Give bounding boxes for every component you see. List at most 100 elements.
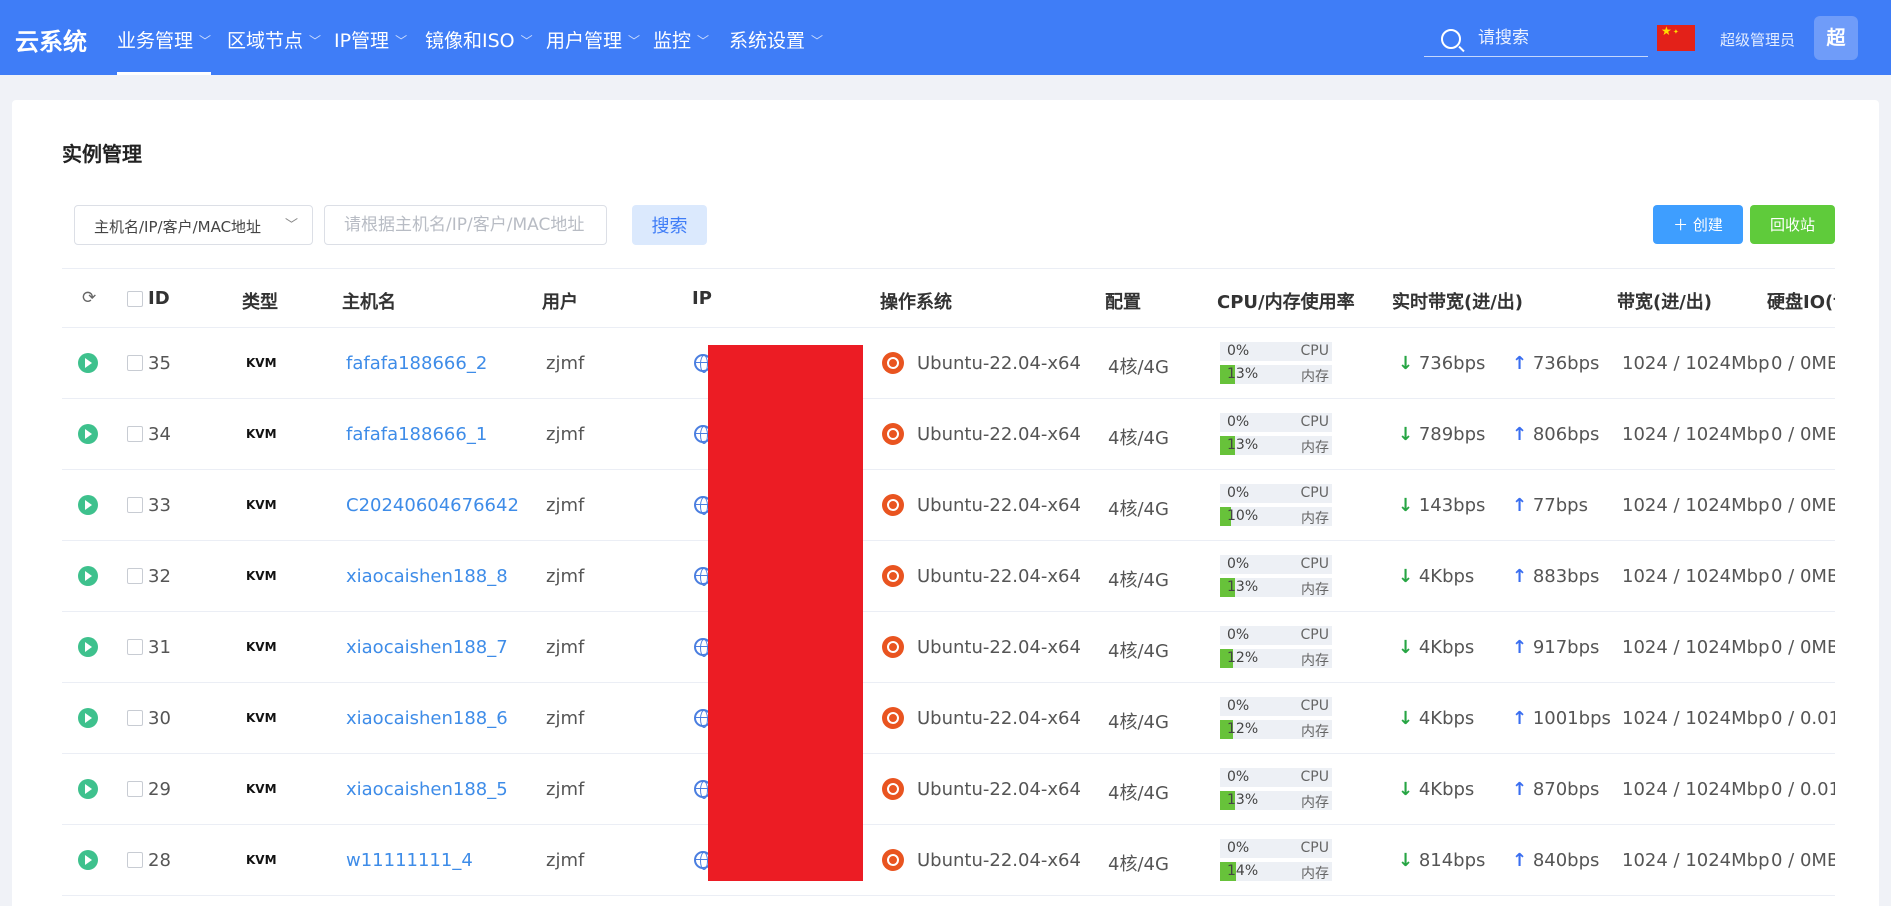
cpu-usage-value: 0% bbox=[1227, 769, 1250, 785]
arrow-up-icon: ↑ bbox=[1512, 566, 1528, 587]
create-button[interactable]: ＋ 创建 bbox=[1653, 205, 1743, 244]
play-icon[interactable] bbox=[78, 779, 98, 799]
cpu-usage-value: 0% bbox=[1227, 627, 1250, 643]
row-checkbox[interactable] bbox=[127, 426, 143, 442]
row-checkbox[interactable] bbox=[127, 568, 143, 584]
filter-field-select[interactable]: 主机名/IP/客户/MAC地址 ﹀ bbox=[74, 205, 313, 245]
china-flag-icon[interactable] bbox=[1657, 24, 1695, 51]
instance-config: 4核/4G bbox=[1108, 783, 1169, 804]
nav-label: IP管理 bbox=[334, 30, 390, 52]
row-checkbox[interactable] bbox=[127, 852, 143, 868]
instance-hostname-link[interactable]: C20240604676642 bbox=[346, 495, 519, 516]
instance-id: 30 bbox=[148, 708, 171, 729]
bandwidth-out: ↑ 917bps bbox=[1512, 637, 1599, 658]
global-search bbox=[1424, 20, 1648, 57]
instance-hostname-link[interactable]: xiaocaishen188_6 bbox=[346, 708, 508, 729]
row-checkbox[interactable] bbox=[127, 639, 143, 655]
memory-label: 内存 bbox=[1301, 653, 1329, 669]
nav-item-settings[interactable]: 系统设置 ﹀ bbox=[729, 26, 823, 75]
bandwidth-in: ↓ 814bps bbox=[1398, 850, 1485, 871]
instance-os: Ubuntu-22.04-x64 bbox=[917, 779, 1081, 800]
bandwidth-in: ↓ 4Kbps bbox=[1398, 637, 1474, 658]
nav-item-images[interactable]: 镜像和ISO ﹀ bbox=[425, 26, 533, 75]
nav-item-monitor[interactable]: 监控 ﹀ bbox=[653, 26, 709, 75]
row-checkbox[interactable] bbox=[127, 497, 143, 513]
cpu-usage-bar: 0% CPU bbox=[1220, 626, 1332, 645]
instance-hostname-link[interactable]: xiaocaishen188_8 bbox=[346, 566, 508, 587]
memory-usage-value: 13% bbox=[1227, 579, 1259, 595]
nav-item-users[interactable]: 用户管理 ﹀ bbox=[546, 26, 640, 75]
arrow-up-icon: ↑ bbox=[1512, 424, 1528, 445]
bandwidth-in-value: 4Kbps bbox=[1418, 637, 1475, 658]
play-icon[interactable] bbox=[78, 495, 98, 515]
chevron-down-icon: ﹀ bbox=[284, 218, 298, 233]
disk-io: 0 / 0MBp bbox=[1771, 637, 1835, 658]
instance-os: Ubuntu-22.04-x64 bbox=[917, 850, 1081, 871]
table-row: 29 KVM xiaocaishen188_5 zjmf Ubuntu-22.04-x6… bbox=[62, 754, 1835, 825]
play-icon[interactable] bbox=[78, 424, 98, 444]
disk-io: 0 / 0.01M bbox=[1771, 779, 1835, 800]
row-checkbox[interactable] bbox=[127, 781, 143, 797]
kvm-icon: KVM bbox=[246, 853, 277, 867]
search-button[interactable]: 搜索 bbox=[632, 205, 707, 245]
chevron-down-icon: ﹀ bbox=[520, 34, 533, 48]
memory-usage-value: 12% bbox=[1227, 650, 1259, 666]
search-icon[interactable] bbox=[1441, 29, 1461, 49]
play-icon[interactable] bbox=[78, 637, 98, 657]
memory-label: 内存 bbox=[1301, 440, 1329, 456]
nav-label: 镜像和ISO bbox=[425, 30, 515, 52]
bandwidth-in: ↓ 4Kbps bbox=[1398, 779, 1474, 800]
instance-hostname-link[interactable]: w11111111_4 bbox=[346, 850, 473, 871]
cpu-usage-value: 0% bbox=[1227, 840, 1250, 856]
arrow-down-icon: ↓ bbox=[1398, 850, 1414, 871]
table-row: 28 KVM w11111111_4 zjmf Ubuntu-22.04-x64 4核/4… bbox=[62, 825, 1835, 896]
content-card: 实例管理 主机名/IP/客户/MAC地址 ﹀ 搜索 ＋ 创建 回收站 ⟳ ID … bbox=[12, 100, 1879, 906]
instance-hostname-link[interactable]: xiaocaishen188_5 bbox=[346, 779, 508, 800]
play-icon[interactable] bbox=[78, 566, 98, 586]
play-icon[interactable] bbox=[78, 850, 98, 870]
select-all-checkbox[interactable] bbox=[127, 291, 143, 307]
kvm-icon: KVM bbox=[246, 427, 277, 441]
instance-hostname-link[interactable]: xiaocaishen188_7 bbox=[346, 637, 508, 658]
table-row: 32 KVM xiaocaishen188_8 zjmf Ubuntu-22.04-x6… bbox=[62, 541, 1835, 612]
recycle-bin-button[interactable]: 回收站 bbox=[1750, 205, 1835, 244]
chevron-down-icon: ﹀ bbox=[309, 34, 322, 48]
bandwidth-out-value: 806bps bbox=[1532, 424, 1600, 445]
nav-item-business[interactable]: 业务管理 ﹀ bbox=[117, 26, 212, 75]
instance-config: 4核/4G bbox=[1108, 570, 1169, 591]
play-icon[interactable] bbox=[78, 708, 98, 728]
filter-input[interactable] bbox=[324, 205, 607, 245]
kvm-icon: KVM bbox=[246, 498, 277, 512]
instance-hostname-link[interactable]: fafafa188666_1 bbox=[346, 424, 487, 445]
ubuntu-icon bbox=[882, 636, 904, 658]
arrow-down-icon: ↓ bbox=[1398, 495, 1414, 516]
column-header-disk-io: 硬盘IO(读 bbox=[1767, 292, 1835, 313]
global-search-input[interactable] bbox=[1478, 25, 1638, 51]
row-checkbox[interactable] bbox=[127, 710, 143, 726]
disk-io: 0 / 0MBp bbox=[1771, 566, 1835, 587]
bandwidth-in-value: 4Kbps bbox=[1418, 708, 1475, 729]
disk-io: 0 / 0MBp bbox=[1771, 353, 1835, 374]
chevron-down-icon: ﹀ bbox=[395, 34, 408, 48]
bandwidth-in-value: 736bps bbox=[1418, 353, 1486, 374]
avatar[interactable]: 超 bbox=[1814, 16, 1858, 60]
arrow-up-icon: ↑ bbox=[1512, 637, 1528, 658]
nav-item-regions[interactable]: 区域节点 ﹀ bbox=[227, 26, 321, 75]
memory-usage-value: 10% bbox=[1227, 508, 1259, 524]
refresh-icon[interactable]: ⟳ bbox=[82, 288, 96, 308]
bandwidth-out-value: 77bps bbox=[1532, 495, 1588, 516]
admin-name[interactable]: 超级管理员 bbox=[1720, 29, 1795, 50]
instance-config: 4核/4G bbox=[1108, 854, 1169, 875]
nav-item-ip[interactable]: IP管理 ﹀ bbox=[334, 26, 407, 75]
bandwidth-out-value: 840bps bbox=[1532, 850, 1600, 871]
row-checkbox[interactable] bbox=[127, 355, 143, 371]
instance-hostname-link[interactable]: fafafa188666_2 bbox=[346, 353, 487, 374]
bandwidth-out: ↑ 1001bps bbox=[1512, 708, 1611, 729]
app-logo[interactable]: 云系统 bbox=[15, 22, 87, 57]
bandwidth-out: ↑ 77bps bbox=[1512, 495, 1588, 516]
column-header-id[interactable]: ID bbox=[148, 288, 170, 309]
play-icon[interactable] bbox=[78, 353, 98, 373]
cpu-usage-bar: 0% CPU bbox=[1220, 555, 1332, 574]
usage-meter: 0% CPU 14% 内存 bbox=[1220, 839, 1332, 882]
arrow-down-icon: ↓ bbox=[1398, 424, 1414, 445]
